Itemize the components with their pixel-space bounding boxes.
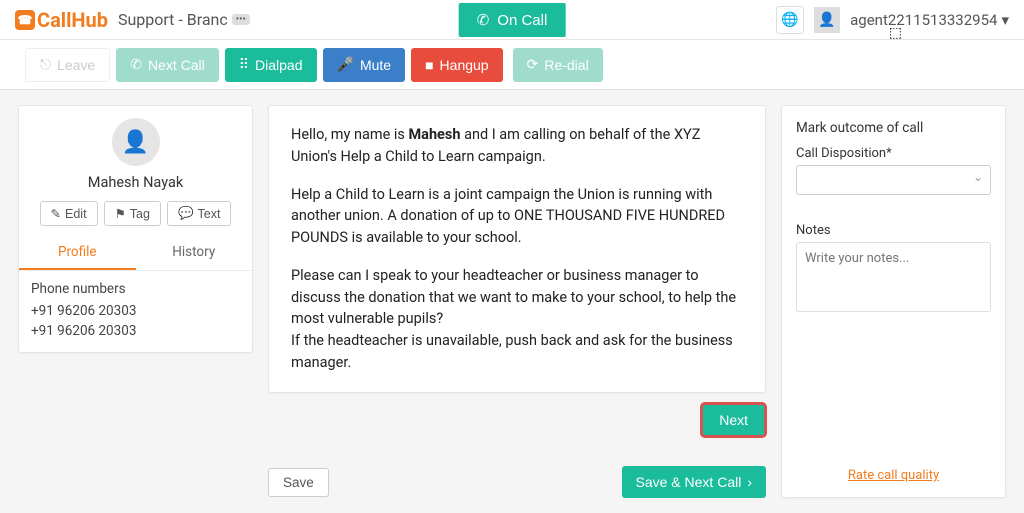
script-text: Hello, my name is	[291, 126, 408, 143]
logo: ☎ CallHub	[15, 8, 108, 32]
phone-numbers-header: Phone numbers	[31, 281, 240, 297]
campaign-more-icon[interactable]: •••	[232, 14, 250, 25]
dialpad-label: Dialpad	[255, 57, 302, 73]
contact-name: Mahesh Nayak	[19, 174, 252, 191]
next-call-label: Next Call	[148, 57, 205, 73]
contact-card: 👤 Mahesh Nayak ✎ Edit ⚑ Tag 💬 Text Profi…	[18, 105, 253, 353]
globe-icon: 🌐	[781, 11, 798, 28]
user-menu[interactable]: agent2211513332954 ▾	[850, 11, 1009, 29]
outcome-header: Mark outcome of call	[796, 120, 991, 136]
outcome-panel: Mark outcome of call Call Disposition* N…	[781, 105, 1006, 498]
edit-button[interactable]: ✎ Edit	[40, 201, 98, 226]
text-label: Text	[198, 207, 221, 221]
tab-profile[interactable]: Profile	[19, 236, 136, 270]
next-button[interactable]: Next	[701, 403, 766, 437]
on-call-label: On Call	[497, 12, 547, 29]
tag-icon: ⚑	[115, 206, 126, 221]
stop-icon: ■	[425, 57, 433, 73]
logo-text: CallHub	[37, 8, 108, 32]
pencil-icon: ✎	[51, 206, 61, 221]
chat-icon: 💬	[178, 206, 194, 221]
leave-icon: ⎋	[40, 56, 51, 73]
tag-label: Tag	[130, 207, 150, 221]
tab-history[interactable]: History	[136, 236, 253, 270]
script-text: Please can I speak to your headteacher o…	[291, 265, 743, 330]
leave-button[interactable]: ⎋ Leave	[25, 48, 110, 82]
notes-label: Notes	[796, 223, 991, 238]
phone-icon: ✆	[477, 11, 490, 29]
script-text: If the headteacher is unavailable, push …	[291, 330, 743, 374]
dialpad-icon: ⠿	[239, 56, 249, 73]
redial-button[interactable]: ⟳ Re-dial	[513, 48, 603, 82]
logo-icon: ☎	[15, 10, 35, 30]
edit-label: Edit	[65, 207, 87, 221]
disposition-label: Call Disposition*	[796, 146, 991, 161]
chevron-right-icon: ›	[747, 474, 752, 490]
mute-label: Mute	[360, 57, 391, 73]
text-button[interactable]: 💬 Text	[167, 201, 232, 226]
script-card: Hello, my name is Mahesh and I am callin…	[268, 105, 766, 393]
campaign-name: Support - Branc	[118, 10, 228, 29]
leave-label: Leave	[57, 57, 95, 73]
on-call-button[interactable]: ✆ On Call	[459, 3, 566, 37]
phone-number: +91 96206 20303	[31, 321, 240, 341]
mic-icon: 🎤	[337, 56, 354, 73]
script-name-bold: Mahesh	[408, 126, 460, 143]
phone-icon: ✆	[130, 56, 142, 73]
caret-down-icon: ▾	[1001, 11, 1009, 29]
script-text: Help a Child to Learn is a joint campaig…	[291, 184, 743, 249]
hangup-button[interactable]: ■ Hangup	[411, 48, 503, 82]
notes-textarea[interactable]	[796, 242, 991, 312]
next-call-button[interactable]: ✆ Next Call	[116, 48, 219, 82]
contact-avatar: 👤	[112, 118, 160, 166]
disposition-select[interactable]	[796, 165, 991, 195]
dialpad-button[interactable]: ⠿ Dialpad	[225, 48, 317, 82]
save-next-label: Save & Next Call	[636, 474, 742, 490]
save-button[interactable]: Save	[268, 468, 329, 497]
mute-button[interactable]: 🎤 Mute	[323, 48, 406, 82]
phone-number: +91 96206 20303	[31, 301, 240, 321]
rate-call-quality-link[interactable]: Rate call quality	[796, 468, 991, 483]
avatar[interactable]: 👤	[814, 7, 840, 33]
globe-button[interactable]: 🌐	[776, 6, 804, 34]
redial-label: Re-dial	[544, 57, 588, 73]
username-label: agent2211513332954	[850, 11, 997, 29]
hangup-label: Hangup	[440, 57, 489, 73]
redial-icon: ⟳	[527, 56, 539, 73]
tag-button[interactable]: ⚑ Tag	[104, 201, 161, 226]
save-next-call-button[interactable]: Save & Next Call ›	[622, 466, 767, 498]
